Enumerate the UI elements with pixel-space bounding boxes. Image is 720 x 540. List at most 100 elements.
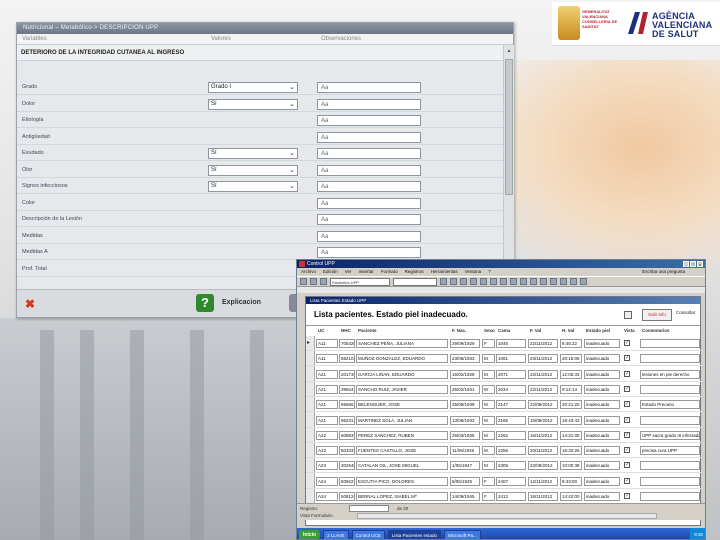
table-row[interactable]: A21 201736 GARCIA LIÑAN, EDUARDO 15/02/1928… bbox=[306, 368, 702, 382]
object-combo[interactable]: Pacientes UPP bbox=[330, 277, 390, 286]
toolbar-find-icon[interactable] bbox=[540, 278, 547, 285]
cell-cama[interactable]: 2305 bbox=[496, 461, 526, 471]
menu-item[interactable]: Ventana bbox=[465, 268, 482, 276]
cell-com[interactable] bbox=[640, 415, 700, 425]
help-search-box[interactable]: Escriba una pregunta bbox=[642, 268, 685, 276]
cell-sexo[interactable]: M bbox=[482, 400, 495, 410]
scroll-thumb[interactable] bbox=[505, 59, 513, 195]
menu-item[interactable]: ? bbox=[488, 268, 491, 276]
cell-fval[interactable]: 23/11/2012 bbox=[528, 354, 558, 364]
toolbar-help-icon[interactable] bbox=[580, 278, 587, 285]
cell-fnac[interactable]: 25/02/1931 bbox=[450, 384, 480, 394]
cell-uc[interactable]: A22 bbox=[316, 446, 338, 456]
value-dropdown[interactable]: Sí ⌄ bbox=[208, 148, 298, 159]
cell-cama[interactable]: 2262 bbox=[496, 430, 526, 440]
cell-hval[interactable]: 16:32:26 bbox=[560, 446, 582, 456]
vista-checkbox[interactable]: ✓ bbox=[624, 385, 630, 392]
vista-checkbox[interactable]: ✓ bbox=[624, 370, 630, 377]
cell-com[interactable] bbox=[640, 461, 700, 471]
observation-field[interactable]: Aa bbox=[317, 98, 421, 110]
cell-sexo[interactable]: M bbox=[482, 384, 495, 394]
vista-checkbox[interactable]: ✓ bbox=[624, 401, 630, 408]
cell-cama[interactable]: 2034 bbox=[496, 384, 526, 394]
menu-item[interactable]: Ver bbox=[345, 268, 352, 276]
cell-fnac[interactable]: 14/09/1945 bbox=[450, 492, 480, 501]
cell-nhc[interactable]: 85665 bbox=[339, 400, 355, 410]
cell-fnac[interactable]: 26/03/1935 bbox=[450, 430, 480, 440]
record-nav-controls[interactable] bbox=[349, 505, 389, 512]
cell-nhc[interactable]: 302640 bbox=[339, 461, 355, 471]
toolbar-font-color-icon[interactable] bbox=[500, 278, 507, 285]
cell-estado[interactable]: inadecuado bbox=[584, 400, 620, 410]
cell-sexo[interactable]: M bbox=[482, 430, 495, 440]
table-row[interactable]: A22 503431 FUENTES CASTILLO, JOSE 11/06/192… bbox=[306, 444, 702, 459]
cell-com[interactable] bbox=[640, 492, 700, 501]
vista-checkbox[interactable]: ✓ bbox=[624, 462, 630, 469]
cell-fnac[interactable]: 25/09/1939 bbox=[450, 400, 480, 410]
vista-checkbox[interactable]: ✓ bbox=[624, 477, 630, 484]
vista-checkbox[interactable]: ✓ bbox=[624, 416, 630, 423]
cell-estado[interactable]: inadecuado bbox=[584, 354, 620, 364]
value-dropdown[interactable]: Sí ⌄ bbox=[208, 98, 298, 110]
taskbar-task[interactable]: Microsoft Pa... bbox=[444, 529, 481, 539]
chevron-down-icon[interactable]: ⌄ bbox=[289, 100, 295, 109]
help-icon[interactable]: ? bbox=[196, 294, 214, 312]
vista-checkbox[interactable]: ✓ bbox=[624, 340, 630, 346]
document-icon[interactable] bbox=[624, 311, 632, 319]
observation-field[interactable]: Aa bbox=[317, 214, 421, 225]
observation-field[interactable]: Aa bbox=[317, 230, 421, 242]
cell-hval[interactable]: 8:45:22 bbox=[560, 339, 582, 348]
toolbar-bold-icon[interactable] bbox=[440, 278, 447, 285]
cell-estado[interactable]: inadecuado bbox=[584, 415, 620, 425]
cell-cama[interactable]: 1061 bbox=[496, 354, 526, 364]
cell-com[interactable] bbox=[640, 354, 700, 364]
cell-fval[interactable]: 12/11/2012 bbox=[528, 476, 558, 486]
cell-pac[interactable]: FUENTES CASTILLO, JOSE bbox=[356, 446, 448, 456]
cell-com[interactable] bbox=[640, 384, 700, 394]
cell-cama[interactable]: 2165 bbox=[496, 415, 526, 425]
maximize-icon[interactable]: □ bbox=[690, 261, 696, 267]
table-row[interactable]: A24 509227 ESCUTIA PICO, DOLORES 5/06/1925 F… bbox=[306, 475, 702, 489]
vista-checkbox[interactable]: ✓ bbox=[624, 431, 630, 438]
toolbar-italic-icon[interactable] bbox=[450, 278, 457, 285]
cell-uc[interactable]: A21 bbox=[316, 400, 338, 410]
cell-cama[interactable]: 2071 bbox=[496, 369, 526, 379]
value-dropdown[interactable]: Sí ⌄ bbox=[208, 164, 298, 176]
cell-estado[interactable]: inadecuado bbox=[584, 446, 620, 456]
cell-nhc[interactable]: 705420 bbox=[339, 339, 355, 348]
observation-field[interactable]: Aa bbox=[317, 115, 421, 126]
cell-cama[interactable]: 2412 bbox=[496, 492, 526, 501]
cell-fnac[interactable]: 1/06/1947 bbox=[450, 461, 480, 471]
cell-pac[interactable]: SANCHO RUIZ, JAVIER bbox=[356, 384, 448, 394]
cell-hval[interactable]: 14:31:00 bbox=[560, 430, 582, 440]
cell-fval[interactable]: 22/09/2012 bbox=[528, 461, 558, 471]
table-row[interactable]: A23 302640 CATALAN GIL, JOSE MIGUEL 1/06/19… bbox=[306, 459, 702, 474]
cell-sexo[interactable]: M bbox=[482, 415, 495, 425]
cell-nhc[interactable]: 508124 bbox=[339, 492, 355, 501]
cell-cama[interactable]: 2147 bbox=[496, 400, 526, 410]
table-row[interactable]: A22 608837 PEREZ SANCHEZ, RUBEN 26/03/1935 M… bbox=[306, 429, 702, 443]
cell-uc[interactable]: A11 bbox=[316, 339, 338, 348]
cell-sexo[interactable]: F bbox=[482, 492, 495, 501]
menu-item[interactable]: Formato bbox=[381, 268, 398, 276]
cell-com[interactable] bbox=[640, 339, 700, 348]
menu-item[interactable]: Herramientas bbox=[431, 268, 458, 276]
cell-com[interactable]: UPP sacra grado III infectada. bbox=[640, 430, 700, 440]
cell-fval[interactable]: 22/11/2012 bbox=[528, 339, 558, 348]
cell-fval[interactable]: 16/11/2012 bbox=[528, 430, 558, 440]
cell-fnac[interactable]: 29/09/1929 bbox=[450, 339, 480, 348]
horizontal-scrollbar[interactable] bbox=[357, 513, 657, 519]
cell-hval[interactable]: 18:43:43 bbox=[560, 415, 582, 425]
cell-sexo[interactable]: F bbox=[482, 476, 495, 486]
cell-pac[interactable]: MARTINEZ SOLA, JULIAN bbox=[356, 415, 448, 425]
cell-nhc[interactable]: 582103 bbox=[339, 354, 355, 364]
cell-pac[interactable]: GARCIA LIÑAN, EDUARDO bbox=[356, 369, 448, 379]
cell-fnac[interactable]: 5/06/1925 bbox=[450, 476, 480, 486]
cell-hval[interactable]: 20:15:05 bbox=[560, 354, 582, 364]
close-icon[interactable]: x bbox=[697, 261, 703, 267]
table-row[interactable]: A21 95231 MARTINEZ SOLA, JULIAN 13/08/1933 M… bbox=[306, 414, 702, 428]
cell-com[interactable]: precisa cura UPP bbox=[640, 446, 700, 456]
cell-nhc[interactable]: 201736 bbox=[339, 369, 355, 379]
cell-estado[interactable]: inadecuado bbox=[584, 369, 620, 379]
salir-info-button[interactable]: Salir Info bbox=[642, 309, 672, 321]
